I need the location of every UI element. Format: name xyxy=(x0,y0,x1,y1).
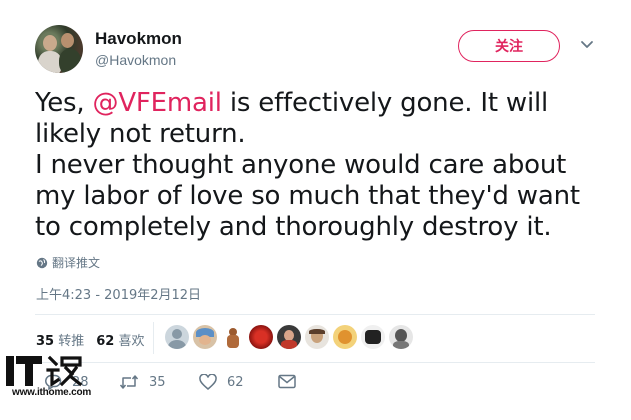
translate-label: 翻译推文 xyxy=(52,256,101,270)
liker-avatar[interactable] xyxy=(165,325,189,349)
liker-avatar[interactable] xyxy=(389,325,413,349)
envelope-icon xyxy=(278,374,296,389)
chevron-down-icon[interactable] xyxy=(580,40,594,50)
tweet-text-part-1: Yes, xyxy=(35,88,93,118)
author-handle[interactable]: @Havokmon xyxy=(95,52,176,68)
tweet-timestamp[interactable]: 上午4:23 - 2019年2月12日 xyxy=(36,284,201,303)
retweet-icon xyxy=(119,375,139,389)
like-count: 62 xyxy=(227,374,244,390)
author-avatar[interactable] xyxy=(35,25,83,73)
divider xyxy=(35,314,595,315)
heart-icon xyxy=(199,374,217,390)
tweet-stats: 35 转推 62 喜欢 xyxy=(36,330,145,349)
translate-tweet-link[interactable]: 翻译推文 xyxy=(36,254,100,271)
retweet-count: 35 xyxy=(149,374,166,390)
likes-count: 62 xyxy=(96,334,115,349)
ithome-logo xyxy=(6,355,83,387)
liker-avatar[interactable] xyxy=(193,325,217,349)
globe-icon xyxy=(36,257,48,268)
liker-avatar[interactable] xyxy=(305,325,329,349)
mention-link[interactable]: @VFEmail xyxy=(93,88,222,118)
ithome-watermark: www.ithome.com xyxy=(6,354,102,400)
like-action[interactable]: 62 xyxy=(199,374,244,390)
divider xyxy=(35,362,595,363)
watermark-url: www.ithome.com xyxy=(12,387,92,398)
liker-avatar[interactable] xyxy=(277,325,301,349)
liker-avatar[interactable] xyxy=(249,325,273,349)
retweets-label: 转推 xyxy=(58,334,85,349)
tweet-text-part-3: I never thought anyone would care about … xyxy=(35,150,580,242)
retweets-stat[interactable]: 35 转推 xyxy=(36,330,84,349)
tweet-text: Yes, @VFEmail is effectively gone. It wi… xyxy=(35,88,605,243)
follow-button[interactable]: 关注 xyxy=(458,30,560,62)
retweet-action[interactable]: 35 xyxy=(119,374,166,390)
stats-divider xyxy=(153,322,154,354)
message-action[interactable] xyxy=(278,374,296,389)
liker-avatar[interactable] xyxy=(361,325,385,349)
likes-label: 喜欢 xyxy=(118,334,145,349)
retweets-count: 35 xyxy=(36,334,55,349)
liker-avatar[interactable] xyxy=(333,325,357,349)
author-display-name[interactable]: Havokmon xyxy=(95,29,182,49)
liker-avatars xyxy=(165,325,413,349)
liker-avatar[interactable] xyxy=(221,325,245,349)
likes-stat[interactable]: 62 喜欢 xyxy=(96,330,144,349)
